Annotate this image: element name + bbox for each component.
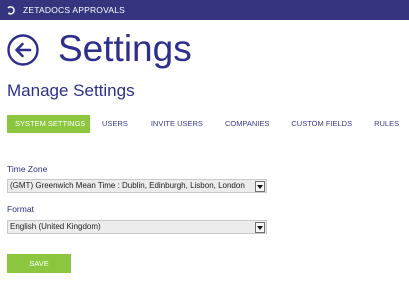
back-button[interactable] (7, 34, 39, 66)
tab-rules[interactable]: RULES (365, 115, 408, 133)
settings-tabs: SYSTEM SETTINGS USERS INVITE USERS COMPA… (7, 115, 408, 133)
tab-companies[interactable]: COMPANIES (216, 115, 278, 133)
section-title: Manage Settings (7, 81, 135, 100)
tab-custom-fields[interactable]: CUSTOM FIELDS (282, 115, 361, 133)
tab-invite-users[interactable]: INVITE USERS (142, 115, 212, 133)
tab-system-settings[interactable]: SYSTEM SETTINGS (7, 115, 90, 133)
page-title: Settings (58, 28, 192, 69)
app-header-bar: ZETADOCS APPROVALS (0, 0, 409, 20)
timezone-selected-value: (GMT) Greenwich Mean Time : Dublin, Edin… (10, 181, 245, 190)
save-button[interactable]: SAVE (7, 254, 71, 273)
zetadocs-logo-icon (6, 5, 16, 15)
chevron-down-icon[interactable] (255, 181, 265, 192)
chevron-down-icon[interactable] (255, 222, 265, 233)
format-label: Format (7, 204, 34, 214)
format-select[interactable]: English (United Kingdom) (7, 220, 267, 234)
app-title: ZETADOCS APPROVALS (23, 5, 126, 15)
tab-users[interactable]: USERS (93, 115, 137, 133)
timezone-select[interactable]: (GMT) Greenwich Mean Time : Dublin, Edin… (7, 179, 267, 193)
format-selected-value: English (United Kingdom) (10, 222, 101, 231)
back-arrow-icon (7, 34, 39, 66)
timezone-label: Time Zone (7, 164, 48, 174)
